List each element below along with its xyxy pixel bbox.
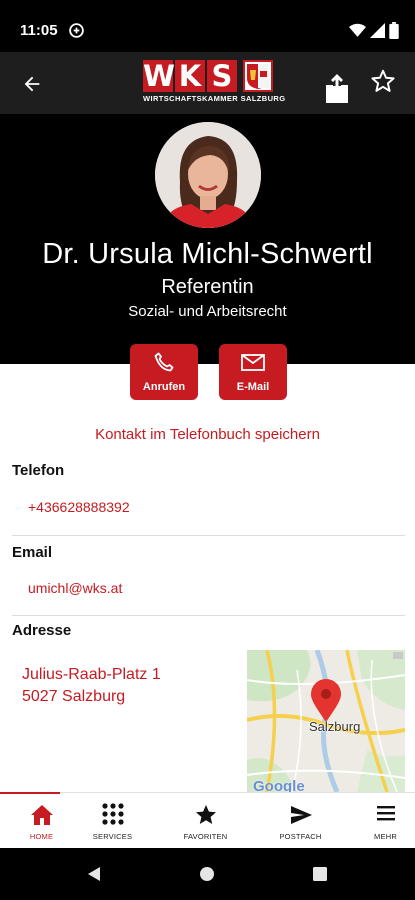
share-button[interactable] xyxy=(324,72,350,104)
send-icon xyxy=(290,806,312,824)
address-street[interactable]: Julius-Raab-Platz 1 xyxy=(22,666,161,684)
address-city[interactable]: 5027 Salzburg xyxy=(22,688,125,706)
wks-logo: W K S WIRTSCHAFTSKAMMER SALZBURG xyxy=(143,59,286,104)
logo-letter: K xyxy=(175,60,205,92)
address-label: Adresse xyxy=(12,622,72,639)
bottom-navigation: HOME SERVICES FAVORITEN POSTFACH MEHR xyxy=(0,792,415,848)
save-contact-link[interactable]: Kontakt im Telefonbuch speichern xyxy=(0,426,415,443)
status-icons xyxy=(349,22,399,39)
call-button[interactable]: Anrufen xyxy=(130,344,198,400)
app-bar: W K S WIRTSCHAFTSKAMMER SALZBURG xyxy=(0,52,415,114)
nav-services-label: SERVICES xyxy=(92,832,133,841)
divider xyxy=(12,615,405,616)
email-button-label: E-Mail xyxy=(236,381,270,393)
phone-label: Telefon xyxy=(12,462,65,479)
nav-favorites[interactable]: FAVORITEN xyxy=(164,793,247,849)
logo-subtitle: WIRTSCHAFTSKAMMER SALZBURG xyxy=(143,94,286,103)
nav-postfach[interactable]: POSTFACH xyxy=(259,793,342,849)
system-back-icon[interactable] xyxy=(86,866,102,882)
logo-letter: S xyxy=(207,60,237,92)
share-icon xyxy=(326,74,348,103)
map-place-label: Salzburg xyxy=(309,719,361,734)
status-bar: 11:05 xyxy=(0,0,415,52)
map-brand-label: Google xyxy=(253,778,305,792)
status-time: 11:05 xyxy=(20,22,58,39)
arrow-left-icon xyxy=(24,76,40,92)
call-button-label: Anrufen xyxy=(142,381,186,393)
system-recents-icon[interactable] xyxy=(312,866,328,882)
back-button[interactable] xyxy=(18,70,46,98)
map-preview[interactable]: Salzburg Google xyxy=(247,650,405,792)
system-navigation-bar xyxy=(0,848,415,900)
home-icon xyxy=(30,805,53,825)
avatar xyxy=(155,122,261,228)
nav-favorites-label: FAVORITEN xyxy=(183,832,228,841)
favorite-button[interactable] xyxy=(370,68,396,94)
star-outline-icon xyxy=(371,69,395,92)
logo-letter: W xyxy=(143,59,175,93)
phone-value[interactable]: +436628888392 xyxy=(28,499,130,515)
menu-icon xyxy=(376,806,395,821)
email-value[interactable]: umichl@wks.at xyxy=(28,580,122,596)
email-button[interactable]: E-Mail xyxy=(219,344,287,400)
contact-details: Kontakt im Telefonbuch speichern Telefon… xyxy=(0,364,415,792)
contact-header: Dr. Ursula Michl-Schwertl Referentin Soz… xyxy=(0,114,415,364)
grid-icon xyxy=(101,803,124,825)
data-saver-icon xyxy=(69,23,84,38)
contact-name: Dr. Ursula Michl-Schwertl xyxy=(42,238,373,270)
divider xyxy=(12,535,405,536)
nav-services[interactable]: SERVICES xyxy=(71,793,154,849)
mail-icon xyxy=(241,354,265,371)
star-icon xyxy=(195,805,216,824)
phone-icon xyxy=(154,352,174,372)
nav-postfach-label: POSTFACH xyxy=(279,832,322,841)
nav-more-label: MEHR xyxy=(374,832,397,841)
email-label: Email xyxy=(12,544,53,561)
contact-role: Referentin xyxy=(161,276,254,298)
wifi-icon xyxy=(349,23,366,37)
contact-department: Sozial- und Arbeitsrecht xyxy=(128,303,287,320)
nav-more[interactable]: MEHR xyxy=(344,793,415,849)
crest-icon xyxy=(243,60,273,92)
battery-icon xyxy=(389,22,399,39)
system-home-icon[interactable] xyxy=(199,866,215,882)
signal-icon xyxy=(370,23,385,38)
